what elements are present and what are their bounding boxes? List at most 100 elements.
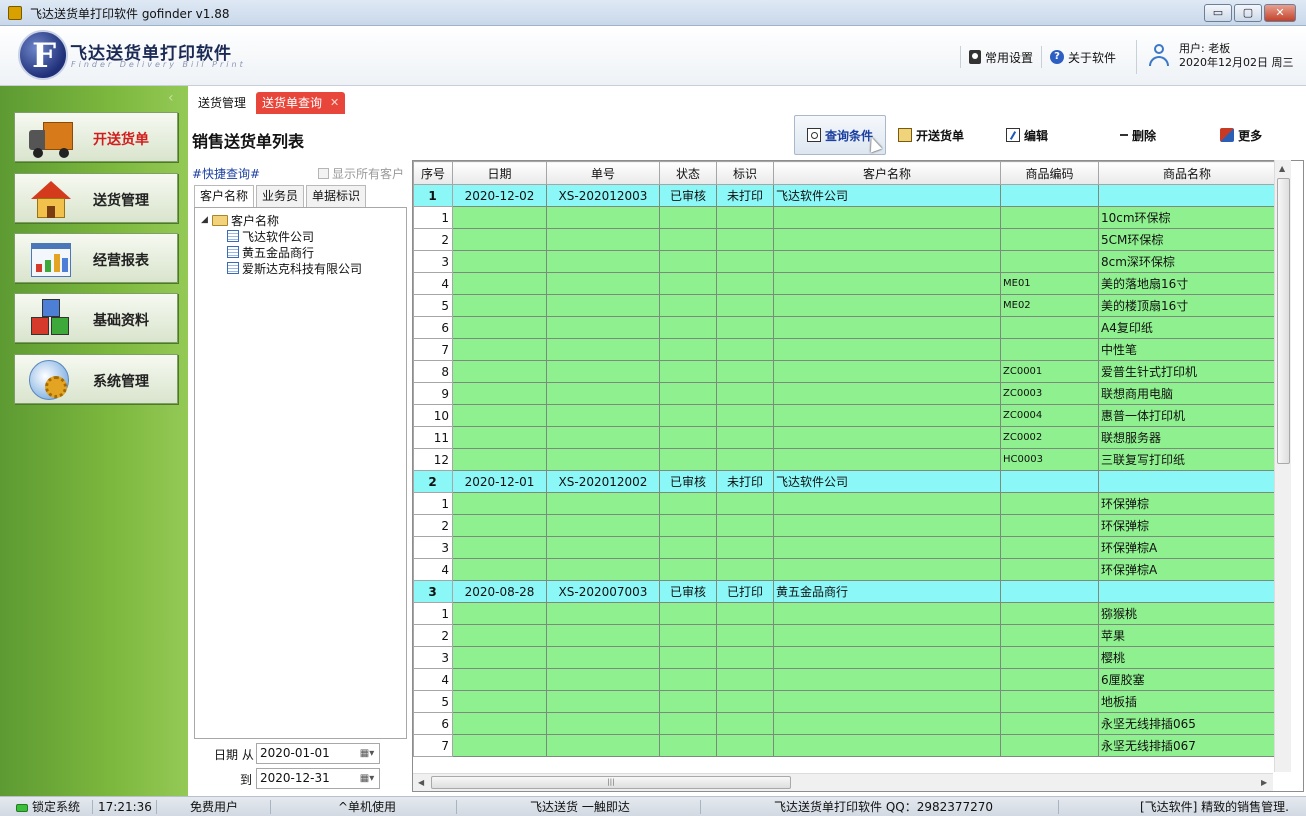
item-cell[interactable]	[716, 404, 774, 427]
tab-delivery-query[interactable]: 送货单查询 ✕	[256, 92, 346, 114]
order-number[interactable]: XS-202012003	[546, 184, 660, 207]
order-row[interactable]: 2 2020-12-01 XS-202012002 已审核 未打印 飞达软件公司	[413, 470, 1276, 493]
item-cell[interactable]	[452, 690, 547, 713]
item-cell[interactable]	[546, 536, 660, 559]
item-name[interactable]: 樱桃	[1098, 646, 1276, 669]
item-name[interactable]: 环保弹棕A	[1098, 536, 1276, 559]
order-product[interactable]	[1098, 580, 1276, 603]
item-name[interactable]: 环保弹棕	[1098, 514, 1276, 537]
col-header[interactable]: 序号	[413, 161, 453, 185]
item-cell[interactable]	[546, 382, 660, 405]
item-name[interactable]: 5CM环保棕	[1098, 228, 1276, 251]
item-cell[interactable]	[716, 206, 774, 229]
close-button[interactable]: ✕	[1264, 4, 1296, 22]
order-date[interactable]: 2020-12-01	[452, 470, 547, 493]
order-date[interactable]: 2020-08-28	[452, 580, 547, 603]
item-name[interactable]: 6厘胶塞	[1098, 668, 1276, 691]
item-cell[interactable]	[659, 734, 717, 757]
item-no[interactable]: 9	[413, 382, 453, 405]
item-cell[interactable]	[546, 448, 660, 471]
item-code[interactable]	[1000, 690, 1099, 713]
item-cell[interactable]	[716, 382, 774, 405]
item-cell[interactable]	[773, 514, 1001, 537]
item-no[interactable]: 2	[413, 514, 453, 537]
item-no[interactable]: 3	[413, 646, 453, 669]
tab-delivery-management[interactable]: 送货管理	[192, 92, 252, 114]
item-cell[interactable]	[452, 602, 547, 625]
item-code[interactable]	[1000, 712, 1099, 735]
item-no[interactable]: 2	[413, 228, 453, 251]
settings-link[interactable]: 常用设置	[960, 46, 1041, 68]
item-name[interactable]: 环保弹棕A	[1098, 558, 1276, 581]
item-code[interactable]	[1000, 228, 1099, 251]
item-cell[interactable]	[452, 382, 547, 405]
item-code[interactable]: ZC0001	[1000, 360, 1099, 383]
item-name[interactable]: 爱普生针式打印机	[1098, 360, 1276, 383]
item-cell[interactable]	[452, 712, 547, 735]
item-row[interactable]: 4 环保弹棕A	[413, 558, 1276, 581]
query-tab-salesperson[interactable]: 业务员	[256, 185, 305, 207]
item-cell[interactable]	[546, 602, 660, 625]
item-cell[interactable]	[659, 404, 717, 427]
item-cell[interactable]	[773, 624, 1001, 647]
item-cell[interactable]	[659, 492, 717, 515]
item-cell[interactable]	[546, 668, 660, 691]
item-cell[interactable]	[773, 316, 1001, 339]
item-cell[interactable]	[716, 360, 774, 383]
item-no[interactable]: 6	[413, 712, 453, 735]
item-row[interactable]: 12 HC0003 三联复写打印纸	[413, 448, 1276, 471]
order-status[interactable]: 已审核	[659, 580, 717, 603]
item-name[interactable]: 中性笔	[1098, 338, 1276, 361]
item-cell[interactable]	[659, 690, 717, 713]
date-to-field[interactable]: 2020-12-31 ▦▾	[256, 768, 380, 789]
item-cell[interactable]	[659, 272, 717, 295]
item-cell[interactable]	[773, 338, 1001, 361]
item-cell[interactable]	[452, 294, 547, 317]
item-code[interactable]	[1000, 734, 1099, 757]
expand-icon[interactable]: ◢	[201, 215, 209, 225]
more-button[interactable]: 更多	[1208, 115, 1274, 155]
item-name[interactable]: 三联复写打印纸	[1098, 448, 1276, 471]
order-status[interactable]: 已审核	[659, 184, 717, 207]
item-cell[interactable]	[659, 426, 717, 449]
item-row[interactable]: 1 猕猴桃	[413, 602, 1276, 625]
item-cell[interactable]	[659, 514, 717, 537]
item-cell[interactable]	[773, 294, 1001, 317]
order-no[interactable]: 3	[413, 580, 453, 603]
item-cell[interactable]	[773, 668, 1001, 691]
col-header[interactable]: 商品名称	[1098, 161, 1276, 185]
item-cell[interactable]	[659, 250, 717, 273]
item-no[interactable]: 11	[413, 426, 453, 449]
item-cell[interactable]	[546, 316, 660, 339]
item-no[interactable]: 1	[413, 492, 453, 515]
item-code[interactable]	[1000, 624, 1099, 647]
item-name[interactable]: 永坚无线排插067	[1098, 734, 1276, 757]
item-cell[interactable]	[546, 206, 660, 229]
item-cell[interactable]	[452, 360, 547, 383]
item-cell[interactable]	[716, 690, 774, 713]
item-row[interactable]: 3 樱桃	[413, 646, 1276, 669]
item-name[interactable]: 永坚无线排插065	[1098, 712, 1276, 735]
item-cell[interactable]	[546, 272, 660, 295]
item-cell[interactable]	[659, 448, 717, 471]
date-from-field[interactable]: 2020-01-01 ▦▾	[256, 743, 380, 764]
order-customer[interactable]: 黄五金品商行	[773, 580, 1001, 603]
item-cell[interactable]	[773, 734, 1001, 757]
col-header[interactable]: 标识	[716, 161, 774, 185]
item-cell[interactable]	[659, 382, 717, 405]
item-cell[interactable]	[659, 360, 717, 383]
item-cell[interactable]	[452, 558, 547, 581]
tree-item[interactable]: 飞达软件公司	[201, 228, 400, 244]
horizontal-scrollbar[interactable]: ◀ ||| ▶	[413, 773, 1273, 791]
order-flag[interactable]: 未打印	[716, 184, 774, 207]
item-cell[interactable]	[546, 228, 660, 251]
edit-button[interactable]: 编辑	[994, 115, 1060, 155]
item-cell[interactable]	[452, 228, 547, 251]
item-name[interactable]: 猕猴桃	[1098, 602, 1276, 625]
order-customer[interactable]: 飞达软件公司	[773, 470, 1001, 493]
item-row[interactable]: 8 ZC0001 爱普生针式打印机	[413, 360, 1276, 383]
item-cell[interactable]	[773, 426, 1001, 449]
item-cell[interactable]	[452, 514, 547, 537]
item-row[interactable]: 11 ZC0002 联想服务器	[413, 426, 1276, 449]
item-row[interactable]: 4 6厘胶塞	[413, 668, 1276, 691]
